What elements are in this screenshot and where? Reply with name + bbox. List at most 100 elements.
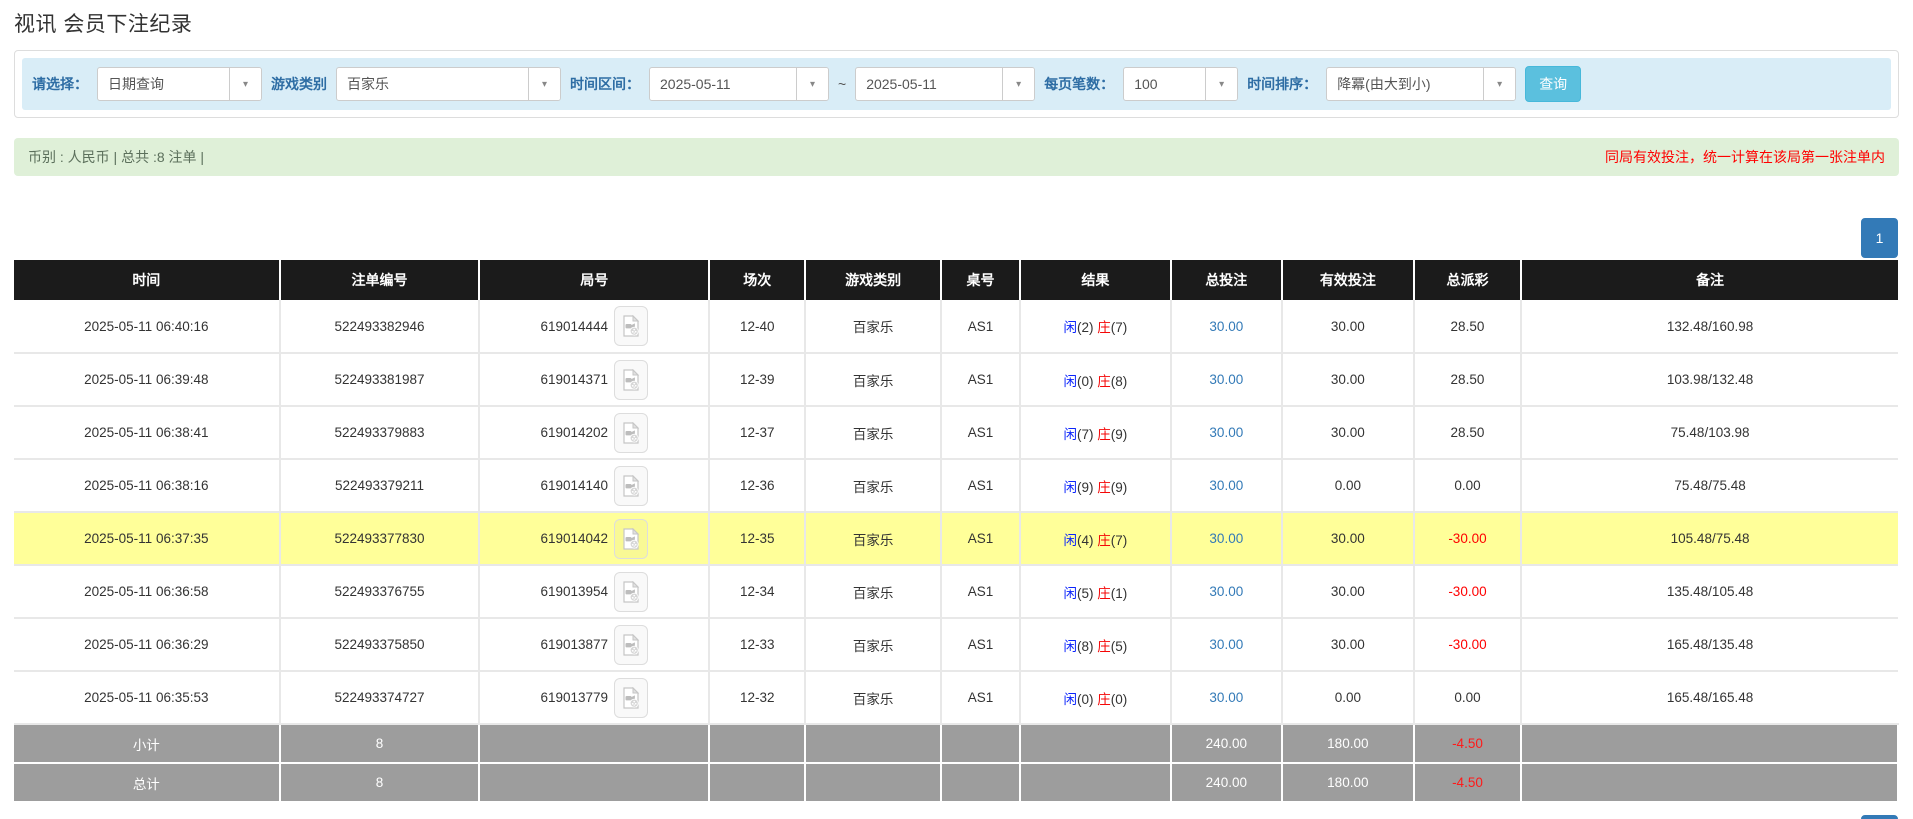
video-record-icon — [622, 315, 641, 337]
sort-order-select[interactable]: 降冪(由大到小) ▾ — [1326, 67, 1516, 101]
table-no-cell: AS1 — [941, 512, 1020, 565]
total-bet-link[interactable]: 30.00 — [1209, 372, 1243, 387]
column-header: 备注 — [1521, 260, 1898, 300]
player-result: 闲 — [1064, 586, 1078, 601]
chevron-down-icon[interactable]: ▾ — [1483, 68, 1515, 100]
video-record-button[interactable] — [614, 678, 648, 718]
total-bet-link[interactable]: 30.00 — [1209, 690, 1243, 705]
summary-label-cell: 总计 — [14, 763, 280, 802]
session-cell: 12-36 — [709, 459, 805, 512]
round-id-cell: 619014140 — [479, 459, 709, 512]
summary-row: 小计8240.00180.00-4.50 — [14, 724, 1898, 763]
summary-valid-bet-cell: 180.00 — [1282, 724, 1414, 763]
player-result: 闲 — [1064, 427, 1078, 442]
column-header: 游戏类别 — [805, 260, 941, 300]
table-no-cell: AS1 — [941, 406, 1020, 459]
bet-id-cell: 522493375850 — [280, 618, 480, 671]
banker-result: 庄 — [1097, 586, 1111, 601]
game-type-cell: 百家乐 — [805, 459, 941, 512]
summary-count-cell: 8 — [280, 724, 480, 763]
summary-payout-cell: -4.50 — [1414, 763, 1521, 802]
page-1-button[interactable]: 1 — [1861, 815, 1898, 819]
bet-id-cell: 522493381987 — [280, 353, 480, 406]
page-1-button[interactable]: 1 — [1861, 218, 1898, 258]
query-type-label: 请选择： — [32, 74, 88, 94]
result-cell: 闲(5) 庄(1) — [1020, 565, 1171, 618]
game-type-cell: 百家乐 — [805, 618, 941, 671]
video-record-button[interactable] — [614, 519, 648, 559]
chevron-down-icon[interactable]: ▾ — [1002, 68, 1034, 100]
table-row: 2025-05-11 06:36:58522493376755619013954… — [14, 565, 1898, 618]
chevron-down-icon[interactable]: ▾ — [796, 68, 828, 100]
note-cell: 135.48/105.48 — [1521, 565, 1898, 618]
video-record-icon — [622, 634, 641, 656]
time-cell: 2025-05-11 06:39:48 — [14, 353, 280, 406]
banker-result: 庄 — [1097, 533, 1111, 548]
note-cell: 165.48/135.48 — [1521, 618, 1898, 671]
column-header: 场次 — [709, 260, 805, 300]
video-record-button[interactable] — [614, 466, 648, 506]
total-bet-link[interactable]: 30.00 — [1209, 637, 1243, 652]
video-record-button[interactable] — [614, 625, 648, 665]
note-cell: 75.48/75.48 — [1521, 459, 1898, 512]
date-to-value: 2025-05-11 — [856, 68, 1002, 100]
date-from-value: 2025-05-11 — [650, 68, 796, 100]
chevron-down-icon[interactable]: ▾ — [1205, 68, 1237, 100]
time-cell: 2025-05-11 06:35:53 — [14, 671, 280, 724]
video-record-icon — [622, 422, 641, 444]
payout-cell: 28.50 — [1414, 406, 1521, 459]
valid-bet-cell: 30.00 — [1282, 353, 1414, 406]
bet-id-cell: 522493374727 — [280, 671, 480, 724]
round-id: 619013877 — [540, 637, 608, 652]
total-bet-cell: 30.00 — [1171, 300, 1282, 353]
chevron-down-icon[interactable]: ▾ — [528, 68, 560, 100]
video-record-button[interactable] — [614, 360, 648, 400]
game-type-select[interactable]: 百家乐 ▾ — [336, 67, 561, 101]
table-row: 2025-05-11 06:38:16522493379211619014140… — [14, 459, 1898, 512]
game-type-value: 百家乐 — [337, 68, 528, 100]
total-bet-link[interactable]: 30.00 — [1209, 531, 1243, 546]
round-id: 619014444 — [540, 319, 608, 334]
video-record-icon — [622, 528, 641, 550]
total-bet-cell: 30.00 — [1171, 406, 1282, 459]
payout-cell: 28.50 — [1414, 300, 1521, 353]
valid-bet-cell: 30.00 — [1282, 300, 1414, 353]
video-record-button[interactable] — [614, 306, 648, 346]
result-cell: 闲(9) 庄(9) — [1020, 459, 1171, 512]
total-bet-link[interactable]: 30.00 — [1209, 425, 1243, 440]
total-bet-link[interactable]: 30.00 — [1209, 319, 1243, 334]
result-cell: 闲(7) 庄(9) — [1020, 406, 1171, 459]
summary-total-bet-cell: 240.00 — [1171, 763, 1282, 802]
currency-total-text: 币别 : 人民币 | 总共 :8 注单 | — [28, 147, 204, 167]
banker-result: 庄 — [1097, 692, 1111, 707]
round-id: 619013779 — [540, 690, 608, 705]
page-size-value: 100 — [1124, 68, 1205, 100]
bet-id-cell: 522493376755 — [280, 565, 480, 618]
time-cell: 2025-05-11 06:38:16 — [14, 459, 280, 512]
video-record-button[interactable] — [614, 413, 648, 453]
pagination-bottom: 1 — [14, 815, 1899, 819]
page-container: 视讯 会员下注纪录 请选择： 日期查询 ▾ 游戏类别 百家乐 ▾ 时间区间： 2… — [0, 0, 1913, 819]
total-bet-link[interactable]: 30.00 — [1209, 478, 1243, 493]
date-from-select[interactable]: 2025-05-11 ▾ — [649, 67, 829, 101]
round-id-cell: 619014202 — [479, 406, 709, 459]
session-cell: 12-40 — [709, 300, 805, 353]
video-record-button[interactable] — [614, 572, 648, 612]
session-cell: 12-33 — [709, 618, 805, 671]
banker-result: 庄 — [1097, 320, 1111, 335]
page-size-select[interactable]: 100 ▾ — [1123, 67, 1238, 101]
query-button[interactable]: 查询 — [1525, 66, 1581, 102]
total-bet-link[interactable]: 30.00 — [1209, 584, 1243, 599]
bet-records-table: 时间注单编号局号场次游戏类别桌号结果总投注有效投注总派彩备注 2025-05-1… — [14, 260, 1899, 803]
chevron-down-icon[interactable]: ▾ — [229, 68, 261, 100]
sort-order-label: 时间排序： — [1247, 74, 1317, 94]
banker-result: 庄 — [1097, 374, 1111, 389]
table-row: 2025-05-11 06:36:29522493375850619013877… — [14, 618, 1898, 671]
round-id: 619014202 — [540, 425, 608, 440]
result-cell: 闲(0) 庄(0) — [1020, 671, 1171, 724]
date-to-select[interactable]: 2025-05-11 ▾ — [855, 67, 1035, 101]
summary-bar: 币别 : 人民币 | 总共 :8 注单 | 同局有效投注，统一计算在该局第一张注… — [14, 138, 1899, 176]
round-id: 619014140 — [540, 478, 608, 493]
query-type-select[interactable]: 日期查询 ▾ — [97, 67, 262, 101]
video-record-icon — [622, 475, 641, 497]
